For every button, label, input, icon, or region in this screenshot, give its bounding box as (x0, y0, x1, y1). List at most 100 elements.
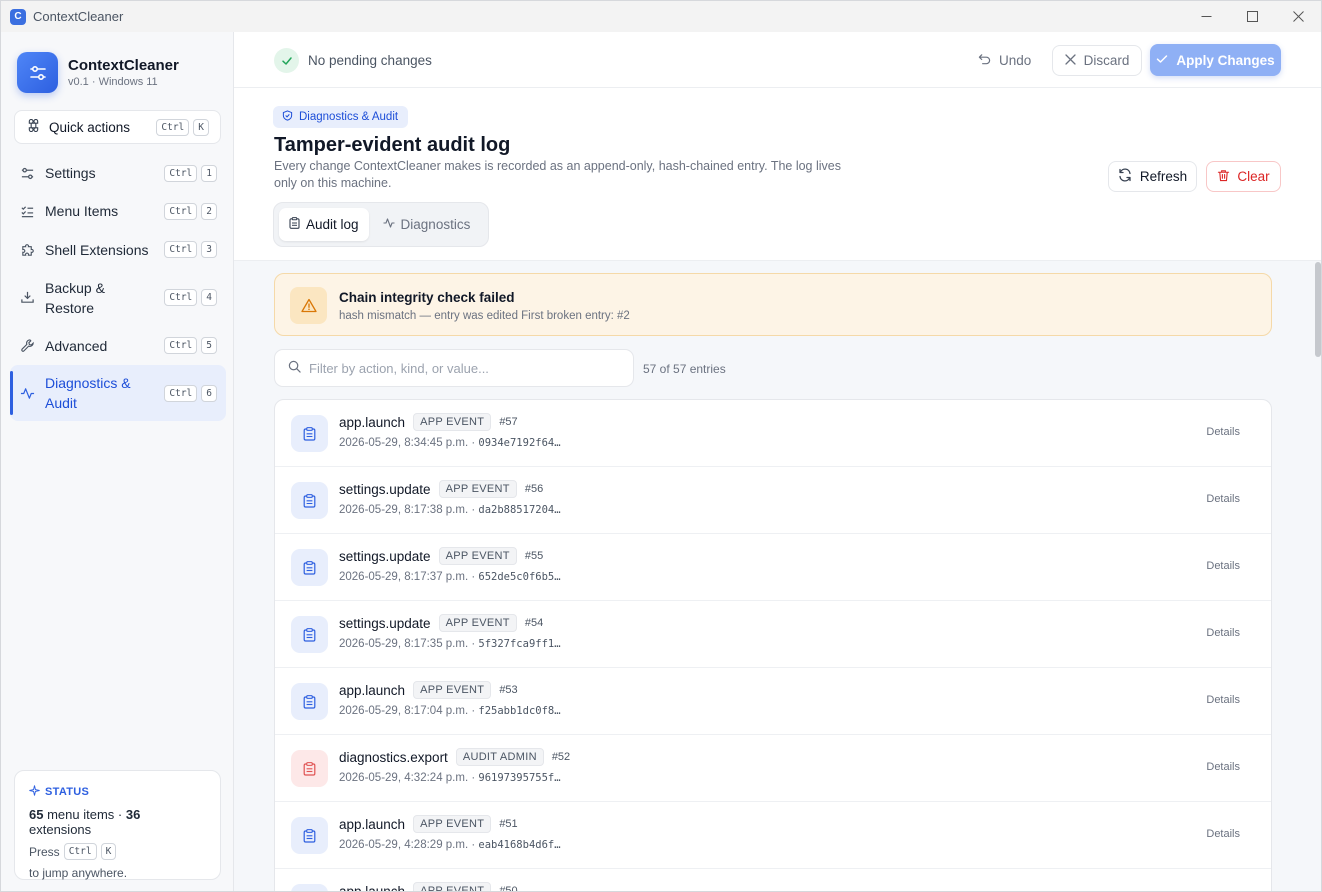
scrollbar-thumb[interactable] (1315, 262, 1321, 357)
clipboard-icon (291, 683, 328, 720)
entry-sequence: #56 (524, 483, 544, 495)
entry-timestamp: 2026-05-29, 8:17:35 p.m. · (339, 638, 476, 650)
details-link[interactable]: Details (1206, 694, 1240, 706)
entry-header: app.launch APP EVENT #53 (339, 681, 518, 699)
audit-entry-row[interactable]: app.launch APP EVENT #57 2026-05-29, 8:34:4… (275, 400, 1271, 467)
sidebar-item-diagnostics-audit[interactable]: Diagnostics & Audit Ctrl 6 (10, 365, 226, 421)
badge-label: Diagnostics & Audit (299, 111, 399, 123)
menu-items-count: 65 (29, 807, 44, 822)
extensions-label: extensions (29, 822, 92, 837)
app-logo-icon: C (10, 8, 26, 25)
search-icon (288, 360, 301, 376)
activity-icon (383, 217, 395, 232)
tab-label: Diagnostics (400, 217, 471, 232)
clipboard-icon (291, 750, 328, 787)
clipboard-icon (291, 817, 328, 854)
clipboard-icon (289, 217, 300, 232)
page-header: Diagnostics & Audit Tamper-evident audit… (234, 88, 1321, 261)
kbd-key: Ctrl (156, 118, 190, 136)
shortcut-keys: Ctrl 4 (164, 289, 217, 306)
entry-meta: 2026-05-29, 8:17:37 p.m. · 652de5c0f6b5… (339, 571, 561, 583)
undo-button[interactable]: Undo (978, 45, 1031, 76)
x-icon (1064, 53, 1076, 68)
kbd-key: 5 (201, 337, 217, 354)
details-link[interactable]: Details (1206, 828, 1240, 840)
kbd-key: 4 (201, 289, 217, 306)
kbd-key: Ctrl (164, 164, 198, 182)
entry-sequence: #57 (499, 416, 518, 428)
tab-audit-log[interactable]: Audit log (279, 208, 369, 241)
audit-entry-row[interactable]: diagnostics.export AUDIT ADMIN #52 2026-05-… (275, 735, 1271, 802)
entry-meta: 2026-05-29, 4:28:29 p.m. · eab4168b4d6f… (339, 839, 561, 851)
entry-hash: 652de5c0f6b5… (478, 571, 561, 583)
check-icon (1156, 53, 1168, 68)
status-heading-row: STATUS (29, 785, 206, 799)
audit-entry-row[interactable]: app.launch APP EVENT #53 2026-05-29, 8:17:0… (275, 668, 1271, 735)
view-tabs: Audit log Diagnostics (273, 202, 489, 247)
entry-sequence: #51 (499, 818, 518, 830)
maximize-icon (1246, 11, 1258, 22)
kbd-key: Ctrl (164, 241, 198, 258)
audit-entry-row[interactable]: app.launch APP EVENT #50 (275, 869, 1271, 891)
status-card: STATUS 65 menu items · 36 extensions Pre… (14, 770, 221, 880)
entry-kind-badge: APP EVENT (413, 815, 492, 833)
entry-hash: 96197395755f… (478, 772, 561, 784)
sidebar-item-label: Diagnostics & Audit (45, 375, 131, 411)
refresh-button[interactable]: Refresh (1108, 161, 1197, 192)
audit-entry-row[interactable]: settings.update APP EVENT #55 2026-05-29, 8… (275, 534, 1271, 601)
clipboard-icon (291, 884, 328, 891)
details-link[interactable]: Details (1206, 627, 1240, 639)
audit-entry-row[interactable]: settings.update APP EVENT #54 2026-05-29, 8… (275, 601, 1271, 668)
details-link[interactable]: Details (1206, 761, 1240, 773)
extensions-count: 36 (125, 807, 141, 822)
sidebar-item-shell-extensions[interactable]: Shell Extensions Ctrl 3 (10, 230, 226, 269)
entry-action: app.launch (339, 816, 406, 832)
kbd-key: Ctrl (164, 384, 198, 402)
download-icon (20, 290, 36, 305)
page-description: Every change ContextCleaner makes is rec… (274, 159, 841, 190)
scrollbar[interactable] (1315, 262, 1321, 891)
sidebar-item-settings[interactable]: Settings Ctrl 1 (10, 154, 226, 192)
sidebar-item-label: Shell Extensions (45, 241, 149, 258)
kbd-key: Ctrl (164, 202, 198, 220)
details-link[interactable]: Details (1206, 426, 1240, 438)
discard-button[interactable]: Discard (1052, 45, 1142, 76)
entry-meta: 2026-05-29, 8:17:04 p.m. · f25abb1dc0f8… (339, 705, 561, 717)
filter-input[interactable] (309, 360, 609, 376)
close-window-button[interactable] (1275, 1, 1321, 32)
sidebar-item-backup-restore[interactable]: Backup & Restore Ctrl 4 (10, 269, 226, 326)
list-check-icon (20, 204, 36, 219)
maximize-button[interactable] (1229, 1, 1275, 32)
entry-meta: 2026-05-29, 8:34:45 p.m. · 0934e7192f64… (339, 437, 561, 449)
entry-hash: da2b88517204… (478, 504, 561, 516)
alert-message: hash mismatch — entry was edited First b… (339, 310, 630, 322)
quick-actions-button[interactable]: Quick actions Ctrl K (14, 110, 221, 144)
sidebar-item-menu-items[interactable]: Menu Items Ctrl 2 (10, 192, 226, 230)
details-link[interactable]: Details (1206, 493, 1240, 505)
audit-entry-row[interactable]: app.launch APP EVENT #51 2026-05-29, 4:28:2… (275, 802, 1271, 869)
audit-entry-list: app.launch APP EVENT #57 2026-05-29, 8:34:4… (274, 399, 1272, 891)
audit-entry-row[interactable]: settings.update APP EVENT #56 2026-05-29, 8… (275, 467, 1271, 534)
sidebar-nav: Settings Ctrl 1 Menu Items Ctrl 2 Shell … (10, 154, 226, 421)
sparkle-icon (29, 785, 40, 799)
entries-count: 57 of 57 entries (643, 362, 726, 376)
entry-sequence: #53 (499, 684, 518, 696)
entry-header: app.launch APP EVENT #57 (339, 413, 518, 431)
sidebar-item-advanced[interactable]: Advanced Ctrl 5 (10, 326, 226, 365)
entry-meta: 2026-05-29, 8:17:38 p.m. · da2b88517204… (339, 504, 561, 516)
main-content: No pending changes Undo Discard Apply Ch… (234, 32, 1321, 891)
clipboard-icon (291, 482, 328, 519)
tab-diagnostics[interactable]: Diagnostics (373, 208, 481, 241)
entry-action: settings.update (339, 481, 431, 497)
entry-timestamp: 2026-05-29, 8:17:38 p.m. · (339, 504, 476, 516)
clipboard-icon (291, 616, 328, 653)
apply-label: Apply Changes (1176, 52, 1275, 68)
clear-button[interactable]: Clear (1206, 161, 1281, 192)
entry-header: settings.update APP EVENT #54 (339, 614, 543, 632)
filter-input-wrapper (274, 349, 634, 387)
apply-changes-button[interactable]: Apply Changes (1150, 44, 1281, 76)
details-link[interactable]: Details (1206, 560, 1240, 572)
command-icon (27, 118, 40, 135)
sidebar-item-label: Menu Items (45, 203, 119, 219)
minimize-button[interactable] (1183, 1, 1229, 32)
